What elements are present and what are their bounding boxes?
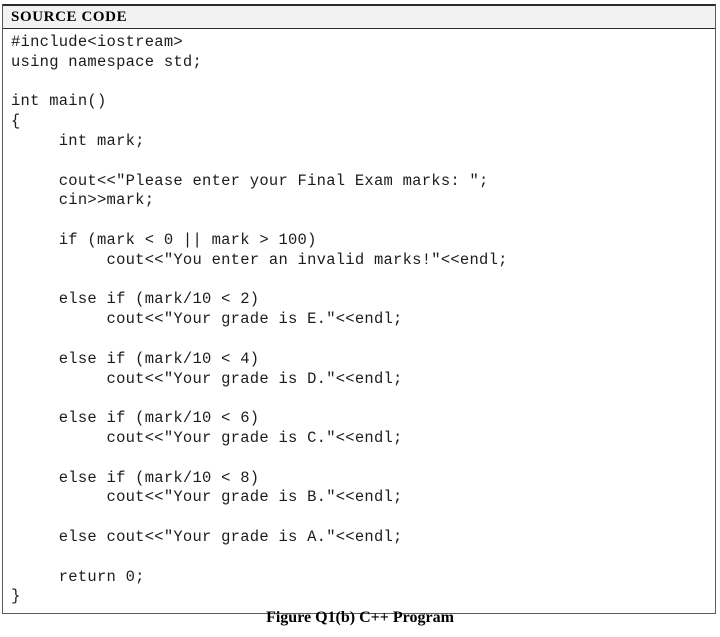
code-line: cout<<"You enter an invalid marks!"<<end… xyxy=(11,250,508,269)
code-line: cout<<"Your grade is C."<<endl; xyxy=(11,428,403,447)
code-listing: #include<iostream> using namespace std; i… xyxy=(11,33,715,607)
code-line: else cout<<"Your grade is A."<<endl; xyxy=(11,527,403,546)
code-line: return 0; xyxy=(11,567,145,586)
code-line: else if (mark/10 < 8) xyxy=(11,468,260,487)
code-line: else if (mark/10 < 6) xyxy=(11,409,260,428)
code-line: int mark; xyxy=(11,131,145,150)
code-line: int main() xyxy=(11,92,107,111)
figure-container: SOURCE CODE #include<iostream> using name… xyxy=(0,0,720,637)
code-line: { xyxy=(11,112,21,131)
code-body: #include<iostream> using namespace std; i… xyxy=(3,29,715,614)
table-header-row: SOURCE CODE xyxy=(3,6,715,29)
code-line: else if (mark/10 < 2) xyxy=(11,290,260,309)
code-line: cout<<"Your grade is D."<<endl; xyxy=(11,369,403,388)
code-line: cout<<"Your grade is B."<<endl; xyxy=(11,488,403,507)
code-line: else if (mark/10 < 4) xyxy=(11,349,260,368)
code-line: cout<<"Please enter your Final Exam mark… xyxy=(11,171,489,190)
code-line: cout<<"Your grade is E."<<endl; xyxy=(11,310,403,329)
code-line: using namespace std; xyxy=(11,52,203,71)
figure-caption: Figure Q1(b) C++ Program xyxy=(266,609,454,626)
code-line: } xyxy=(11,587,21,606)
code-line: #include<iostream> xyxy=(11,33,183,51)
code-line: cin>>mark; xyxy=(11,191,155,210)
source-code-header-label: SOURCE CODE xyxy=(11,9,128,25)
source-code-table: SOURCE CODE #include<iostream> using name… xyxy=(2,4,716,615)
code-line: if (mark < 0 || mark > 100) xyxy=(11,230,317,249)
